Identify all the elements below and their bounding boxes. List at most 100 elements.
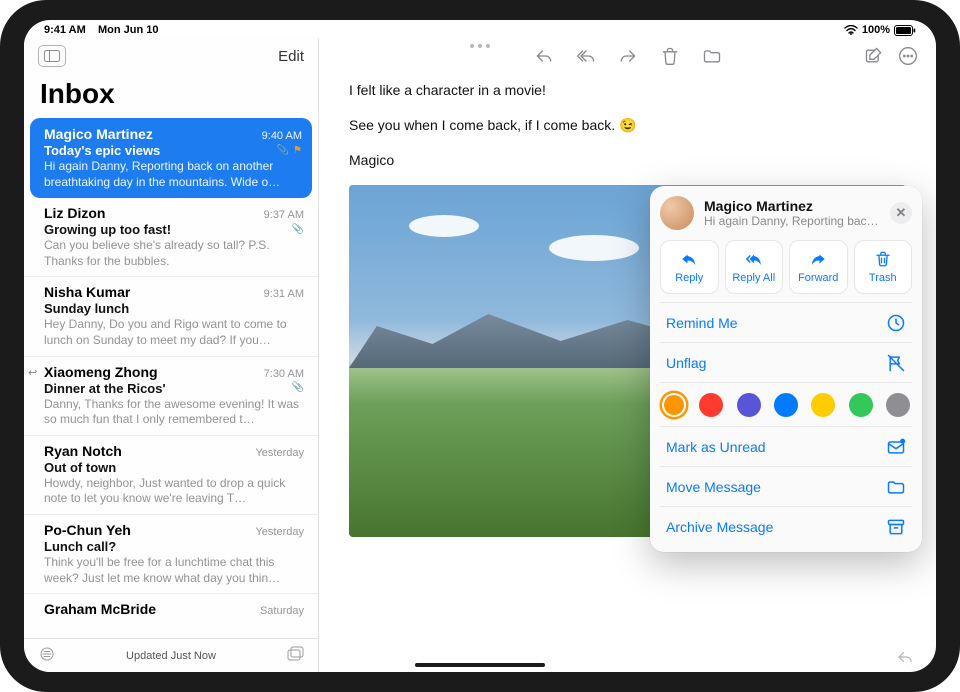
message-preview: Think you'll be free for a lunchtime cha… <box>44 555 304 586</box>
message-time: 7:30 AM <box>264 368 304 380</box>
edit-button[interactable]: Edit <box>278 48 304 65</box>
reply-button[interactable]: Reply <box>660 240 719 294</box>
message-sender: Graham McBride <box>44 601 156 617</box>
reply-all-button[interactable]: Reply All <box>725 240 784 294</box>
status-bar: 9:41 AM Mon Jun 10 100% <box>24 20 936 38</box>
replied-icon: ↩ <box>28 366 37 379</box>
inbox-title: Inbox <box>24 74 318 118</box>
battery-percent: 100% <box>862 24 890 36</box>
forward-icon[interactable] <box>618 46 638 66</box>
message-item[interactable]: Ryan Notch YesterdayOut of townHowdy, nei… <box>24 435 318 514</box>
message-sender: Magico Martinez <box>44 126 153 142</box>
attachment-icon: 📎 <box>277 145 289 156</box>
message-preview: Can you believe she's already so tall? P… <box>44 238 304 269</box>
sidebar-footer: Updated Just Now <box>24 638 318 672</box>
status-time-date: 9:41 AM Mon Jun 10 <box>44 24 159 36</box>
message-item[interactable]: Magico Martinez9:40 AMToday's epic views… <box>30 118 312 198</box>
remind-me-item[interactable]: Remind Me <box>660 302 912 342</box>
flag-color-option[interactable] <box>849 393 873 417</box>
trash-button[interactable]: Trash <box>854 240 913 294</box>
email-line-1: I felt like a character in a movie! <box>349 80 906 101</box>
message-item[interactable]: Graham McBrideSaturday <box>24 593 318 626</box>
clock-icon <box>886 313 906 333</box>
filter-button[interactable] <box>38 647 56 664</box>
message-sender: Nisha Kumar <box>44 284 130 300</box>
compose-icon[interactable] <box>864 46 884 66</box>
message-sender: Po-Chun Yeh <box>44 522 131 538</box>
avatar <box>660 196 694 230</box>
trash-icon[interactable] <box>660 46 680 66</box>
battery-icon <box>894 25 916 36</box>
message-subject: Out of town <box>44 460 304 475</box>
sidebar-toolbar: Edit <box>24 38 318 74</box>
envelope-icon <box>886 437 906 457</box>
flag-color-option[interactable] <box>737 393 761 417</box>
message-subject: Growing up too fast! <box>44 222 286 237</box>
multitask-dots-icon[interactable] <box>470 44 490 48</box>
attachment-icon: 📎 <box>292 224 304 235</box>
archive-message-item[interactable]: Archive Message <box>660 506 912 546</box>
message-item[interactable]: Nisha Kumar9:31 AMSunday lunchHey Danny,… <box>24 276 318 355</box>
message-preview: Hi again Danny, Reporting back on anothe… <box>44 159 302 190</box>
popover-sender-name: Magico Martinez <box>704 198 880 214</box>
sidebar-toggle-icon[interactable] <box>38 45 66 67</box>
forward-label: Forward <box>798 272 838 284</box>
reply-all-label: Reply All <box>732 272 775 284</box>
flag-off-icon <box>886 353 906 373</box>
mark-unread-item[interactable]: Mark as Unread <box>660 426 912 466</box>
more-icon[interactable] <box>898 46 918 66</box>
status-right: 100% <box>844 24 916 36</box>
flag-color-option[interactable] <box>699 393 723 417</box>
flag-color-option[interactable] <box>774 393 798 417</box>
reply-label: Reply <box>675 272 703 284</box>
email-line-2: See you when I come back, if I come back… <box>349 115 906 136</box>
message-item[interactable]: ↩ Xiaomeng Zhong 7:30 AMDinner at the Rico… <box>24 356 318 435</box>
message-preview: Howdy, neighbor, Just wanted to drop a q… <box>44 476 304 507</box>
message-subject: Dinner at the Ricos' <box>44 381 286 396</box>
flag-color-option[interactable] <box>662 393 686 417</box>
message-item[interactable]: Liz Dizon 9:37 AMGrowing up too fast! 📎 Can… <box>24 198 318 276</box>
move-to-folder-icon[interactable] <box>702 46 722 66</box>
move-message-label: Move Message <box>666 479 761 495</box>
message-subject: Lunch call? <box>44 539 304 554</box>
content-footer <box>319 642 936 672</box>
flag-icon: ⚑ <box>293 145 302 156</box>
reply-footer-icon[interactable] <box>894 648 916 666</box>
reply-icon[interactable] <box>534 46 554 66</box>
reply-all-icon[interactable] <box>576 46 596 66</box>
close-icon[interactable]: ✕ <box>890 202 912 224</box>
message-time: 9:40 AM <box>262 130 302 142</box>
move-message-item[interactable]: Move Message <box>660 466 912 506</box>
flag-color-option[interactable] <box>811 393 835 417</box>
message-list[interactable]: Magico Martinez9:40 AMToday's epic views… <box>24 118 318 638</box>
sidebar: Edit Inbox Magico Martinez9:40 AMToday's… <box>24 38 319 672</box>
updated-status: Updated Just Now <box>126 650 216 662</box>
ipad-device-frame: 9:41 AM Mon Jun 10 100% Edit In <box>0 0 960 692</box>
forward-button[interactable]: Forward <box>789 240 848 294</box>
message-sender: Liz Dizon <box>44 205 105 221</box>
message-content-pane: I felt like a character in a movie! See … <box>319 38 936 672</box>
message-item[interactable]: Po-Chun Yeh YesterdayLunch call?Think you… <box>24 514 318 593</box>
archive-icon <box>886 517 906 537</box>
remind-me-label: Remind Me <box>666 315 738 331</box>
message-time: 9:37 AM <box>264 209 304 221</box>
flag-color-row <box>660 382 912 426</box>
message-time: Yesterday <box>255 526 304 538</box>
message-time: 9:31 AM <box>264 288 304 300</box>
trash-label: Trash <box>869 272 897 284</box>
status-time: 9:41 AM <box>44 24 86 36</box>
popover-preview-line: Hi again Danny, Reporting back o… <box>704 214 880 228</box>
status-date: Mon Jun 10 <box>98 24 159 36</box>
message-time: Yesterday <box>255 447 304 459</box>
message-preview: Danny, Thanks for the awesome evening! I… <box>44 397 304 428</box>
mailboxes-stack-icon[interactable] <box>286 646 304 665</box>
unflag-label: Unflag <box>666 355 706 371</box>
message-preview: Hey Danny, Do you and Rigo want to come … <box>44 317 304 348</box>
flag-color-option[interactable] <box>886 393 910 417</box>
unflag-item[interactable]: Unflag <box>660 342 912 382</box>
home-indicator[interactable] <box>415 663 545 667</box>
folder-icon <box>886 477 906 497</box>
message-sender: Xiaomeng Zhong <box>44 364 158 380</box>
archive-message-label: Archive Message <box>666 519 773 535</box>
message-sender: Ryan Notch <box>44 443 122 459</box>
